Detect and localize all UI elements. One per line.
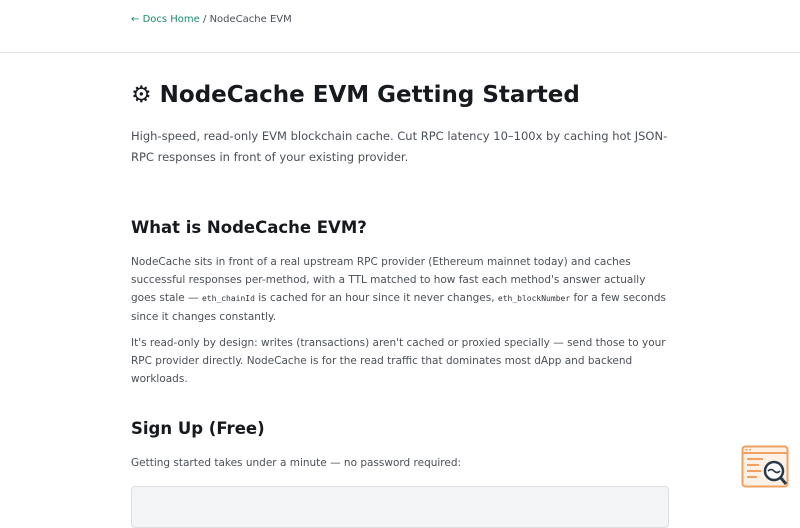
page-title-text: NodeCache EVM Getting Started: [159, 82, 580, 108]
search-document-icon[interactable]: [741, 445, 789, 488]
code-eth-blocknumber: eth_blockNumber: [497, 294, 571, 303]
signup-intro: Getting started takes under a minute — n…: [131, 457, 462, 469]
breadcrumb: ← Docs Home / NodeCache EVM: [131, 14, 292, 25]
breadcrumb-separator: /: [203, 14, 207, 25]
section-heading-signup: Sign Up (Free): [131, 419, 265, 438]
page-title: ⚙ NodeCache EVM Getting Started: [131, 82, 580, 108]
page-lede: High-speed, read-only EVM blockchain cac…: [131, 129, 668, 164]
breadcrumb-current: NodeCache EVM: [209, 14, 292, 25]
gear-icon: ⚙: [131, 82, 152, 108]
top-bar: ← Docs Home / NodeCache EVM: [0, 0, 800, 53]
code-block: [131, 486, 669, 528]
what-paragraph-1-text-b: is cached for an hour since it never cha…: [254, 292, 498, 304]
section-heading-what: What is NodeCache EVM?: [131, 218, 367, 237]
what-paragraph-1: NodeCache sits in front of a real upstre…: [131, 253, 671, 326]
what-paragraph-2: It's read-only by design: writes (transa…: [131, 337, 666, 385]
docs-home-label: Docs Home: [142, 14, 200, 25]
docs-home-link[interactable]: ← Docs Home: [131, 14, 200, 25]
code-eth-chainid: eth_chainId: [201, 294, 255, 303]
back-arrow-icon: ←: [131, 14, 140, 25]
